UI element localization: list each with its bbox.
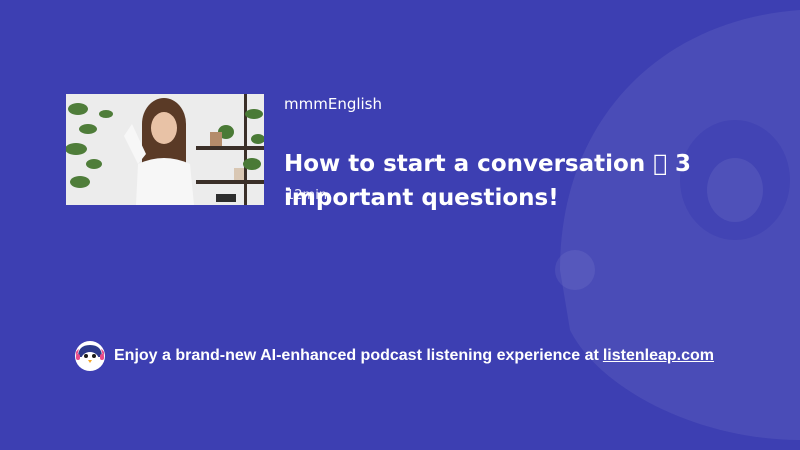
episode-title[interactable]: How to start a conversation  3 importan…	[284, 147, 744, 215]
promo-banner: Enjoy a brand-new AI-enhanced podcast li…	[74, 340, 714, 372]
listenleap-link[interactable]: listenleap.com	[603, 347, 714, 365]
episode-thumbnail[interactable]	[66, 94, 264, 205]
penguin-mascot-icon	[555, 10, 800, 440]
episode-duration: 12min	[286, 188, 328, 203]
channel-name: mmmEnglish	[284, 95, 382, 113]
penguin-logo-icon	[75, 341, 105, 371]
promo-text: Enjoy a brand-new AI-enhanced podcast li…	[114, 347, 599, 364]
